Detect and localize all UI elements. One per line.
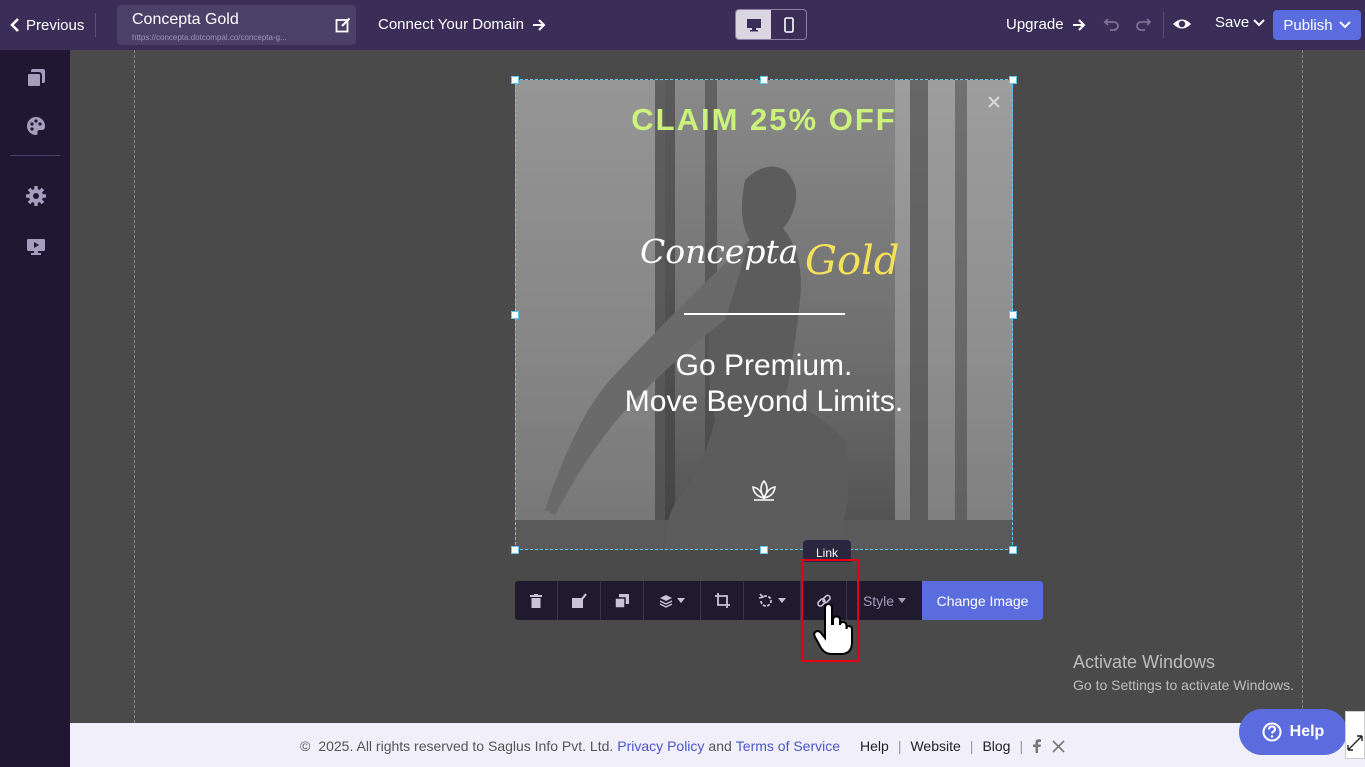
resize-corner[interactable] — [1345, 711, 1365, 759]
resize-handle[interactable] — [1009, 76, 1017, 84]
brand-underline — [684, 313, 845, 315]
resize-handle[interactable] — [760, 546, 768, 554]
hand-cursor-icon — [813, 604, 853, 655]
style-dropdown[interactable]: Style — [847, 581, 922, 620]
copyright-symbol: © — [300, 738, 311, 754]
connect-domain-label: Connect Your Domain — [378, 16, 524, 33]
publish-label: Publish — [1283, 16, 1333, 34]
canvas-guide-right — [1302, 50, 1303, 723]
footer-blog-link[interactable]: Blog — [982, 738, 1010, 754]
help-label: Help — [1289, 723, 1325, 740]
divider — [95, 13, 96, 37]
privacy-policy-link[interactable]: Privacy Policy — [617, 738, 704, 754]
resize-handle[interactable] — [760, 76, 768, 84]
previous-label: Previous — [26, 16, 85, 34]
monitor-play-icon[interactable] — [25, 236, 47, 258]
brand-name-part2: Gold — [805, 238, 900, 284]
and-text: and — [708, 738, 732, 754]
footer-separator: | — [1019, 738, 1024, 754]
copyright-text: 2025. All rights reserved to Saglus Info… — [318, 738, 614, 754]
upgrade-label: Upgrade — [1006, 16, 1064, 33]
site-title-box[interactable]: Concepta Gold https://concepta.dotcompal… — [117, 5, 356, 45]
resize-arrows-icon — [1347, 735, 1363, 751]
footer-separator: | — [969, 738, 974, 754]
activate-windows-title: Activate Windows — [1073, 652, 1216, 672]
mobile-icon — [783, 16, 794, 33]
redo-icon[interactable] — [1134, 15, 1152, 33]
question-circle-icon — [1262, 722, 1282, 742]
link-tooltip: Link — [803, 540, 851, 562]
tagline-line2: Move Beyond Limits. — [624, 385, 904, 418]
save-button[interactable]: Save — [1215, 14, 1265, 31]
device-toggle — [735, 9, 807, 40]
crop-icon — [714, 593, 730, 608]
caret-down-icon — [677, 598, 685, 603]
close-icon[interactable] — [986, 94, 1002, 110]
previous-button[interactable]: Previous — [10, 13, 84, 37]
claim-offer-text: CLAIM 25% OFF — [631, 102, 897, 137]
footer-row: © 2025. All rights reserved to Saglus In… — [300, 738, 1065, 754]
x-twitter-icon[interactable] — [1052, 739, 1065, 753]
desktop-view-button[interactable] — [736, 10, 771, 39]
mobile-view-button[interactable] — [771, 10, 806, 39]
change-image-button[interactable]: Change Image — [922, 581, 1043, 620]
gear-icon[interactable] — [25, 185, 47, 207]
tagline-line1: Go Premium. — [675, 349, 853, 382]
edit-icon[interactable] — [335, 17, 351, 33]
banner-image[interactable]: CLAIM 25% OFF Concepta Gold Go Premium. … — [515, 80, 1013, 550]
facebook-icon[interactable] — [1032, 739, 1042, 753]
left-sidebar — [0, 50, 70, 767]
activate-windows-subtitle: Go to Settings to activate Windows. — [1073, 677, 1294, 693]
undo-icon[interactable] — [1103, 15, 1121, 33]
publish-button[interactable]: Publish — [1273, 10, 1361, 40]
lotus-icon — [752, 479, 776, 501]
resize-handle[interactable] — [511, 546, 519, 554]
footer-separator: | — [897, 738, 902, 754]
divider — [1163, 12, 1164, 38]
chevron-left-icon — [10, 18, 19, 32]
brand-name-part1: Concepta — [640, 232, 799, 271]
layers-icon — [659, 594, 673, 608]
chevron-down-icon — [1338, 21, 1351, 29]
rotate-icon — [758, 592, 772, 607]
site-name: Concepta Gold — [132, 11, 239, 28]
delete-button[interactable] — [515, 581, 558, 620]
save-label: Save — [1215, 14, 1250, 31]
help-button[interactable]: Help — [1239, 709, 1347, 755]
resize-handle[interactable] — [511, 76, 519, 84]
copy-icon — [614, 593, 629, 609]
resize-handle[interactable] — [1009, 546, 1017, 554]
crop-button[interactable] — [701, 581, 744, 620]
top-bar: Previous Concepta Gold https://concepta.… — [0, 0, 1365, 50]
layers-button[interactable] — [644, 581, 701, 620]
style-label: Style — [862, 592, 895, 609]
pages-icon[interactable] — [25, 67, 47, 89]
canvas-guide-left — [134, 50, 135, 723]
upgrade-button[interactable]: Upgrade — [1006, 16, 1086, 33]
caret-down-icon — [778, 598, 786, 603]
resize-handle[interactable] — [511, 311, 519, 319]
magic-edit-button[interactable] — [558, 581, 601, 620]
duplicate-button[interactable] — [601, 581, 644, 620]
image-toolbar: Style Change Image — [515, 581, 1043, 620]
arrow-right-icon — [1072, 18, 1085, 31]
palette-icon[interactable] — [25, 115, 47, 137]
chevron-down-icon — [1253, 18, 1265, 26]
trash-icon — [530, 593, 542, 608]
footer-help-link[interactable]: Help — [860, 738, 889, 754]
magic-brush-icon — [572, 592, 587, 608]
desktop-icon — [746, 18, 761, 31]
site-url: https://concepta.dotcompal.co/concepta-g… — [132, 33, 287, 42]
footer: © 2025. All rights reserved to Saglus In… — [70, 723, 1365, 767]
connect-domain-button[interactable]: Connect Your Domain — [378, 16, 546, 33]
resize-handle[interactable] — [1009, 311, 1017, 319]
terms-link[interactable]: Terms of Service — [736, 738, 840, 754]
preview-eye-icon[interactable] — [1172, 15, 1192, 33]
sidebar-divider — [10, 155, 60, 156]
arrow-right-icon — [532, 18, 546, 31]
caret-down-icon — [898, 598, 907, 603]
footer-website-link[interactable]: Website — [910, 738, 960, 754]
rotate-button[interactable] — [744, 581, 801, 620]
